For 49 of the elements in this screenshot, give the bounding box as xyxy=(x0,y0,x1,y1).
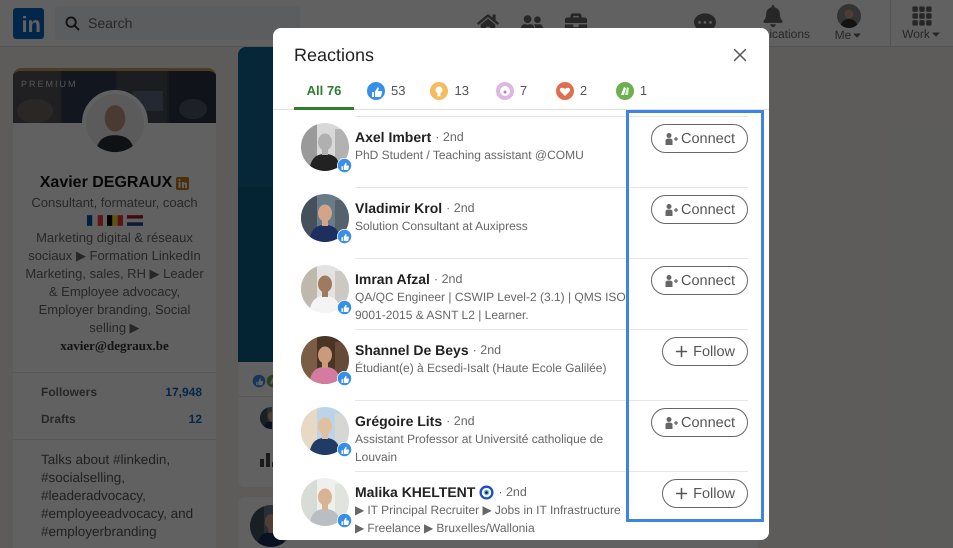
add-person-icon xyxy=(664,416,678,430)
connection-degree: · 2nd xyxy=(446,201,475,215)
add-person-icon xyxy=(664,274,678,288)
connection-degree: · 2nd xyxy=(498,485,527,499)
bio-text: Marketing digital & réseaux sociaux ▶ Formation LinkedIn Marketing, sales, RH ▶ Leader & Employee advocacy, Employer branding, Social selling ▶ xyxy=(24,229,205,337)
person-headline: ▶ IT Principal Recruiter ▶ Jobs in IT Infrastructure ▶ Freelance ▶ Bruxelles/Wallonia xyxy=(355,502,622,537)
connection-degree: · 2nd xyxy=(446,414,475,428)
add-person-icon xyxy=(664,202,678,216)
reaction-tab[interactable]: 13 xyxy=(417,74,481,110)
person-name[interactable]: Imran Afzal xyxy=(355,271,430,287)
follow-button[interactable]: Follow xyxy=(662,337,748,366)
email-text: xavier@degraux.be xyxy=(60,338,169,354)
person-headline: Étudiant(e) à Ecsedi-Isalt (Haute Ecole Galilée) xyxy=(355,360,606,377)
connect-button[interactable]: Connect xyxy=(650,408,748,437)
flag-icon xyxy=(86,215,102,226)
person-headline: PhD Student / Teaching assistant @COMU xyxy=(355,147,584,164)
flag-icon xyxy=(106,215,122,226)
profile-name: Xavier DEGRAUX xyxy=(40,174,172,192)
follow-button[interactable]: Follow xyxy=(662,479,748,508)
person-headline: QA/QC Engineer | CSWIP Level-2 (3.1) | QMS ISO 9001-2015 & ASNT L2 | Learner. xyxy=(355,289,627,324)
person-name[interactable]: Malika KHELTENT xyxy=(355,484,476,500)
connect-button[interactable]: Connect xyxy=(650,266,748,295)
person-name[interactable]: Grégoire Lits xyxy=(355,413,442,429)
reaction-tab[interactable]: 2 xyxy=(540,74,601,110)
person-headline: Assistant Professor at Université catholique de Louvain xyxy=(355,431,604,466)
add-person-icon xyxy=(664,132,678,146)
reaction-tab[interactable]: 1 xyxy=(600,74,661,110)
search-icon xyxy=(65,16,80,30)
connect-button[interactable]: Connect xyxy=(650,124,748,153)
person-name[interactable]: Shannel De Beys xyxy=(355,342,469,358)
connection-degree: · 2nd xyxy=(434,272,462,286)
hashtags-text: Talks about #linkedin, #socialselling, #leaderadvocacy, #employeeadvocacy, and #employerbranding xyxy=(41,451,194,541)
bell-icon[interactable] xyxy=(762,5,784,27)
connect-button[interactable]: Connect xyxy=(650,195,748,224)
person-name[interactable]: Vladimir Krol xyxy=(355,200,442,216)
person-headline: Solution Consultant at Auxipress xyxy=(355,218,528,235)
dialog-title: Reactions xyxy=(294,44,374,66)
grid-icon[interactable] xyxy=(911,5,933,27)
bio-text: Consultant, formateur, coach xyxy=(31,194,198,212)
flag-icon xyxy=(126,215,142,226)
reaction-tab[interactable]: All 76 xyxy=(294,74,354,110)
reaction-tab[interactable]: 53 xyxy=(354,74,418,110)
connection-degree: · 2nd xyxy=(472,343,502,357)
thumbs-up-icon xyxy=(366,80,386,100)
lightbulb-icon xyxy=(429,80,450,100)
reaction-tab[interactable]: 7 xyxy=(480,74,541,110)
thumbs-up-icon xyxy=(252,374,266,388)
connection-degree: · 2nd xyxy=(435,130,464,144)
person-name[interactable]: Axel Imbert xyxy=(355,129,432,145)
